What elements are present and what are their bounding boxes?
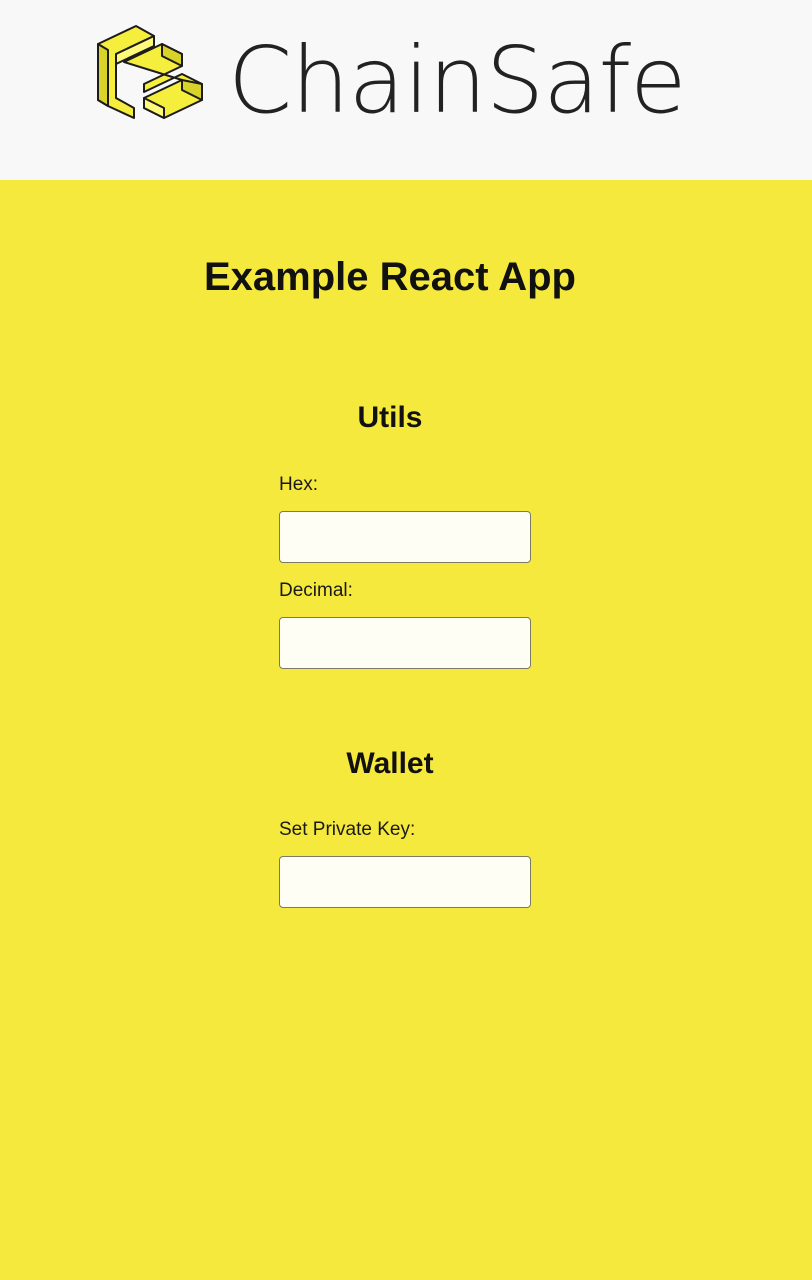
page-title: Example React App xyxy=(204,255,576,299)
wallet-section-title: Wallet xyxy=(346,747,434,780)
utils-section-title: Utils xyxy=(357,401,423,434)
chainsafe-logo-icon xyxy=(97,25,203,119)
hex-label: Hex: xyxy=(279,474,319,495)
header-bar: ChainSafe xyxy=(0,0,812,180)
brand-name: ChainSafe xyxy=(228,27,687,134)
private-key-input[interactable] xyxy=(279,856,531,908)
private-key-label: Set Private Key: xyxy=(279,819,416,840)
decimal-label: Decimal: xyxy=(279,580,353,601)
hex-input[interactable] xyxy=(279,511,531,563)
decimal-input[interactable] xyxy=(279,617,531,669)
